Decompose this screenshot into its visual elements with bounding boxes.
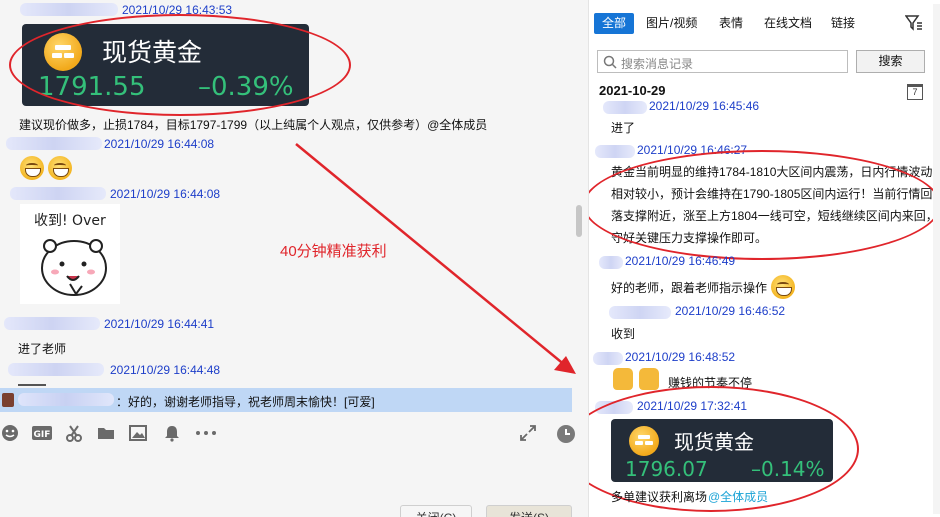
history-timestamp: 2021/10/29 16:46:49 xyxy=(625,254,736,268)
thumbs-up-icon xyxy=(613,368,633,390)
history-scrollbar[interactable] xyxy=(933,4,940,514)
grin-emoji-icon xyxy=(771,275,795,299)
thumbs-up-icon xyxy=(639,368,659,390)
message-text: 进了老师 xyxy=(18,342,67,356)
sender-name-blurred xyxy=(599,256,623,269)
sender-name-blurred xyxy=(6,137,102,150)
sender-name-blurred xyxy=(8,363,104,376)
calendar-icon[interactable]: 7 xyxy=(907,84,923,100)
image-icon[interactable] xyxy=(128,424,148,444)
search-placeholder: 搜索消息记录 xyxy=(621,57,694,71)
message-timestamp: 2021/10/29 16:44:48 xyxy=(110,363,221,377)
folder-icon[interactable] xyxy=(96,424,116,444)
message-text-partial xyxy=(18,380,46,388)
emoji-icon[interactable] xyxy=(0,424,20,444)
gif-icon[interactable]: GIF xyxy=(30,424,54,444)
more-icon[interactable] xyxy=(194,424,218,444)
close-button[interactable]: 关闭(C) xyxy=(400,505,472,517)
grin-emoji-icon xyxy=(20,156,44,180)
tab-stickers[interactable]: 表情 xyxy=(719,13,743,34)
sender-name-blurred xyxy=(609,306,671,319)
grin-emoji-icon xyxy=(48,156,72,180)
filter-icon[interactable] xyxy=(904,15,923,34)
search-input[interactable]: 搜索消息记录 xyxy=(597,50,848,73)
history-timestamp: 2021/10/29 16:45:46 xyxy=(649,99,760,113)
message-timestamp: 2021/10/29 16:44:08 xyxy=(110,187,221,201)
red-circle-annotation xyxy=(9,14,351,116)
annotation-text: 40分钟精准获利 xyxy=(280,243,387,260)
tab-all[interactable]: 全部 xyxy=(594,13,635,34)
tab-online-docs[interactable]: 在线文档 xyxy=(764,13,812,34)
date-header: 2021-10-29 xyxy=(599,83,666,98)
history-timestamp: 2021/10/29 16:46:52 xyxy=(675,304,786,318)
tab-media[interactable]: 图片/视频 xyxy=(646,13,697,34)
red-circle-annotation xyxy=(589,150,940,260)
history-message: 进了 xyxy=(611,121,636,135)
bear-icon xyxy=(41,239,107,296)
advice-text: 建议现价做多，止损1784，目标1797-1799（以上纯属个人观点，仅供参考）… xyxy=(19,118,488,132)
sender-name-blurred xyxy=(20,3,118,16)
mention-link[interactable]: @全体成员 xyxy=(708,489,768,505)
history-message: 收到 xyxy=(611,327,636,341)
avatar xyxy=(2,393,14,407)
history-icon[interactable] xyxy=(556,424,576,444)
sender-name-blurred xyxy=(595,145,635,158)
history-message: 多单建议获利离场 xyxy=(611,490,708,504)
bear-sticker[interactable]: 收到! Over xyxy=(20,204,120,304)
reply-text: ：好的，谢谢老师指导，祝老师周末愉快！[可爱] xyxy=(116,395,375,409)
sender-name-blurred xyxy=(593,352,623,365)
tab-links[interactable]: 链接 xyxy=(831,13,855,34)
bell-icon[interactable] xyxy=(162,424,182,444)
scissors-icon[interactable] xyxy=(64,424,84,444)
message-timestamp: 2021/10/29 16:44:08 xyxy=(104,137,215,151)
quoted-reply-bar[interactable]: ：好的，谢谢老师指导，祝老师周末愉快！[可爱] xyxy=(0,388,572,412)
chat-pane: 2021/10/29 16:43:53 现货黄金 1791.55 –0.39% … xyxy=(0,0,588,517)
message-history-pane: 全部 图片/视频 表情 在线文档 链接 搜索消息记录 搜索 2021-10-29… xyxy=(588,0,940,517)
svg-text:GIF: GIF xyxy=(34,430,51,440)
expand-icon[interactable] xyxy=(518,424,538,444)
history-message: 好的老师，跟着老师指示操作 xyxy=(611,281,768,295)
search-icon xyxy=(603,55,617,69)
chat-scrollbar[interactable] xyxy=(576,205,582,237)
input-toolbar: GIF xyxy=(0,420,588,448)
history-timestamp: 2021/10/29 16:48:52 xyxy=(625,350,736,364)
sender-name-blurred xyxy=(603,101,647,114)
message-timestamp: 2021/10/29 16:44:41 xyxy=(104,317,215,331)
sender-name-blurred xyxy=(4,317,100,330)
send-button[interactable]: 发送(S) xyxy=(486,505,572,517)
sender-name-blurred xyxy=(10,187,106,200)
search-button[interactable]: 搜索 xyxy=(856,50,925,73)
